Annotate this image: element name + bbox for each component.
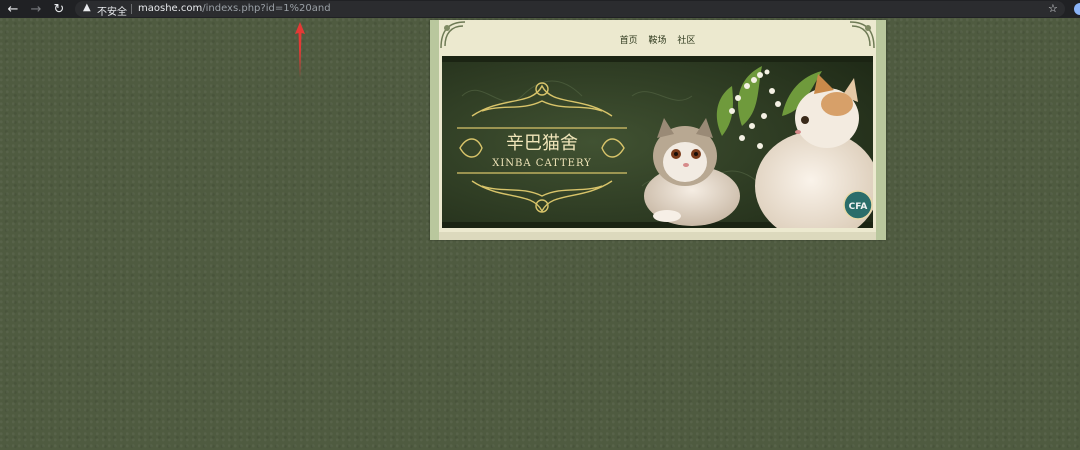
banner-title-en: XINBA CATTERY — [492, 158, 592, 169]
website-frame: 首页 鞍场 社区 辛巴猫舍 XINBA CATTERY CFA — [430, 20, 886, 240]
site-bottom-border — [439, 232, 876, 240]
reload-icon[interactable]: ↻ — [50, 0, 68, 18]
site-nav: 首页 鞍场 社区 — [439, 33, 876, 46]
address-bar[interactable]: ▲ 不安全 maoshe.com/indexs.php?id=1%20and ☆ — [75, 1, 1065, 18]
forward-arrow-icon[interactable]: → — [27, 0, 45, 18]
url-path: /indexs.php?id=1%20and — [202, 3, 331, 14]
address-separator — [131, 4, 132, 14]
warning-icon[interactable]: ▲ — [83, 2, 91, 13]
banner-image: 辛巴猫舍 XINBA CATTERY CFA — [442, 56, 873, 228]
nav-item-home[interactable]: 首页 — [620, 36, 638, 46]
back-arrow-icon[interactable]: ← — [4, 0, 22, 18]
website-content: 首页 鞍场 社区 辛巴猫舍 XINBA CATTERY CFA — [439, 20, 876, 232]
annotation-arrow — [295, 22, 305, 78]
nav-item-community[interactable]: 社区 — [677, 36, 695, 46]
banner-title-cn: 辛巴猫舍 — [506, 133, 578, 154]
cfa-badge-text: CFA — [849, 202, 868, 212]
browser-toolbar: ← → ↻ ▲ 不安全 maoshe.com/indexs.php?id=1%2… — [0, 0, 1080, 18]
security-status[interactable]: 不安全 — [97, 3, 127, 18]
profile-avatar[interactable] — [1074, 3, 1080, 15]
nav-item-show[interactable]: 鞍场 — [648, 36, 666, 46]
bookmark-star-icon[interactable]: ☆ — [1048, 2, 1058, 15]
url-host: maoshe.com — [138, 3, 203, 14]
hero-banner: 辛巴猫舍 XINBA CATTERY CFA — [442, 56, 873, 228]
url-text[interactable]: maoshe.com/indexs.php?id=1%20and — [138, 3, 331, 14]
